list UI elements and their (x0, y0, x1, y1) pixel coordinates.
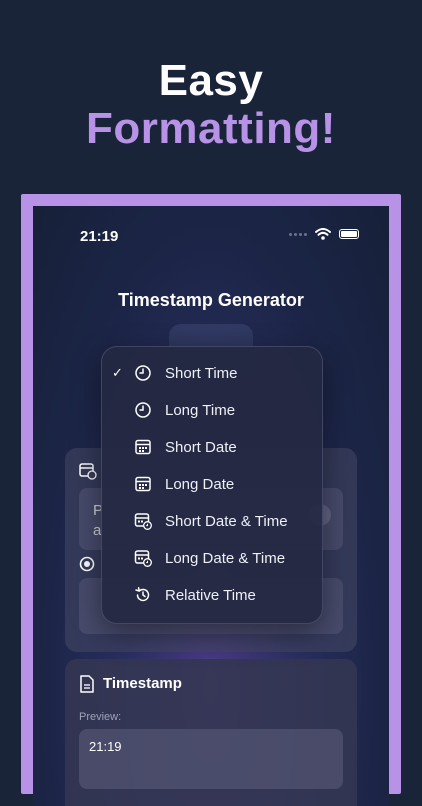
menu-item-long-time[interactable]: Long Time (102, 393, 322, 427)
menu-item-short-date-time[interactable]: Short Date & Time (102, 504, 322, 538)
preview-box[interactable] (79, 729, 343, 789)
app-title: Timestamp Generator (118, 290, 304, 310)
menu-item-label: Relative Time (165, 586, 256, 604)
signal-icon (289, 232, 307, 236)
clock-icon (135, 402, 151, 418)
timestamp-title: Timestamp (103, 675, 182, 692)
menu-item-short-time[interactable]: ✓ Short Time (102, 356, 322, 390)
calendar-clock-icon (134, 513, 152, 530)
calendar-clock-icon (134, 550, 152, 567)
wifi-icon (315, 228, 331, 240)
menu-item-long-date[interactable]: Long Date (102, 467, 322, 501)
calendar-icon (135, 476, 151, 492)
clock-icon (135, 365, 151, 381)
menu-item-relative-time[interactable]: Relative Time (102, 578, 322, 612)
history-icon (135, 587, 150, 602)
menu-item-label: Long Date & Time (165, 549, 286, 567)
target-icon (79, 556, 95, 572)
menu-item-short-date[interactable]: Short Date (102, 430, 322, 464)
status-time: 21:19 (80, 228, 119, 245)
document-icon (80, 675, 94, 693)
checkmark-icon: ✓ (112, 365, 123, 380)
headline-easy: Easy (158, 56, 264, 105)
calendar-icon (135, 439, 151, 455)
calendar-clock-icon (79, 463, 97, 480)
menu-item-label: Short Date & Time (165, 512, 288, 530)
battery-icon (339, 229, 359, 239)
menu-item-long-date-time[interactable]: Long Date & Time (102, 541, 322, 575)
menu-item-label: Long Date (165, 475, 235, 493)
preview-label: Preview: (79, 711, 122, 723)
menu-item-label: Short Date (165, 438, 237, 456)
preview-value: 21:19 (89, 739, 122, 754)
phone-screen: 21:19 Timestamp Generator P a Timestamp … (33, 206, 389, 806)
menu-item-label: Long Time (165, 401, 236, 419)
menu-item-label: Short Time (165, 364, 238, 382)
status-indicators (289, 228, 359, 240)
headline-formatting: Formatting! (86, 104, 336, 153)
timestamp-card: Timestamp Preview: 21:19 (65, 659, 357, 806)
format-menu: ✓ Short Time Long Time Short Date Long D… (101, 346, 323, 624)
